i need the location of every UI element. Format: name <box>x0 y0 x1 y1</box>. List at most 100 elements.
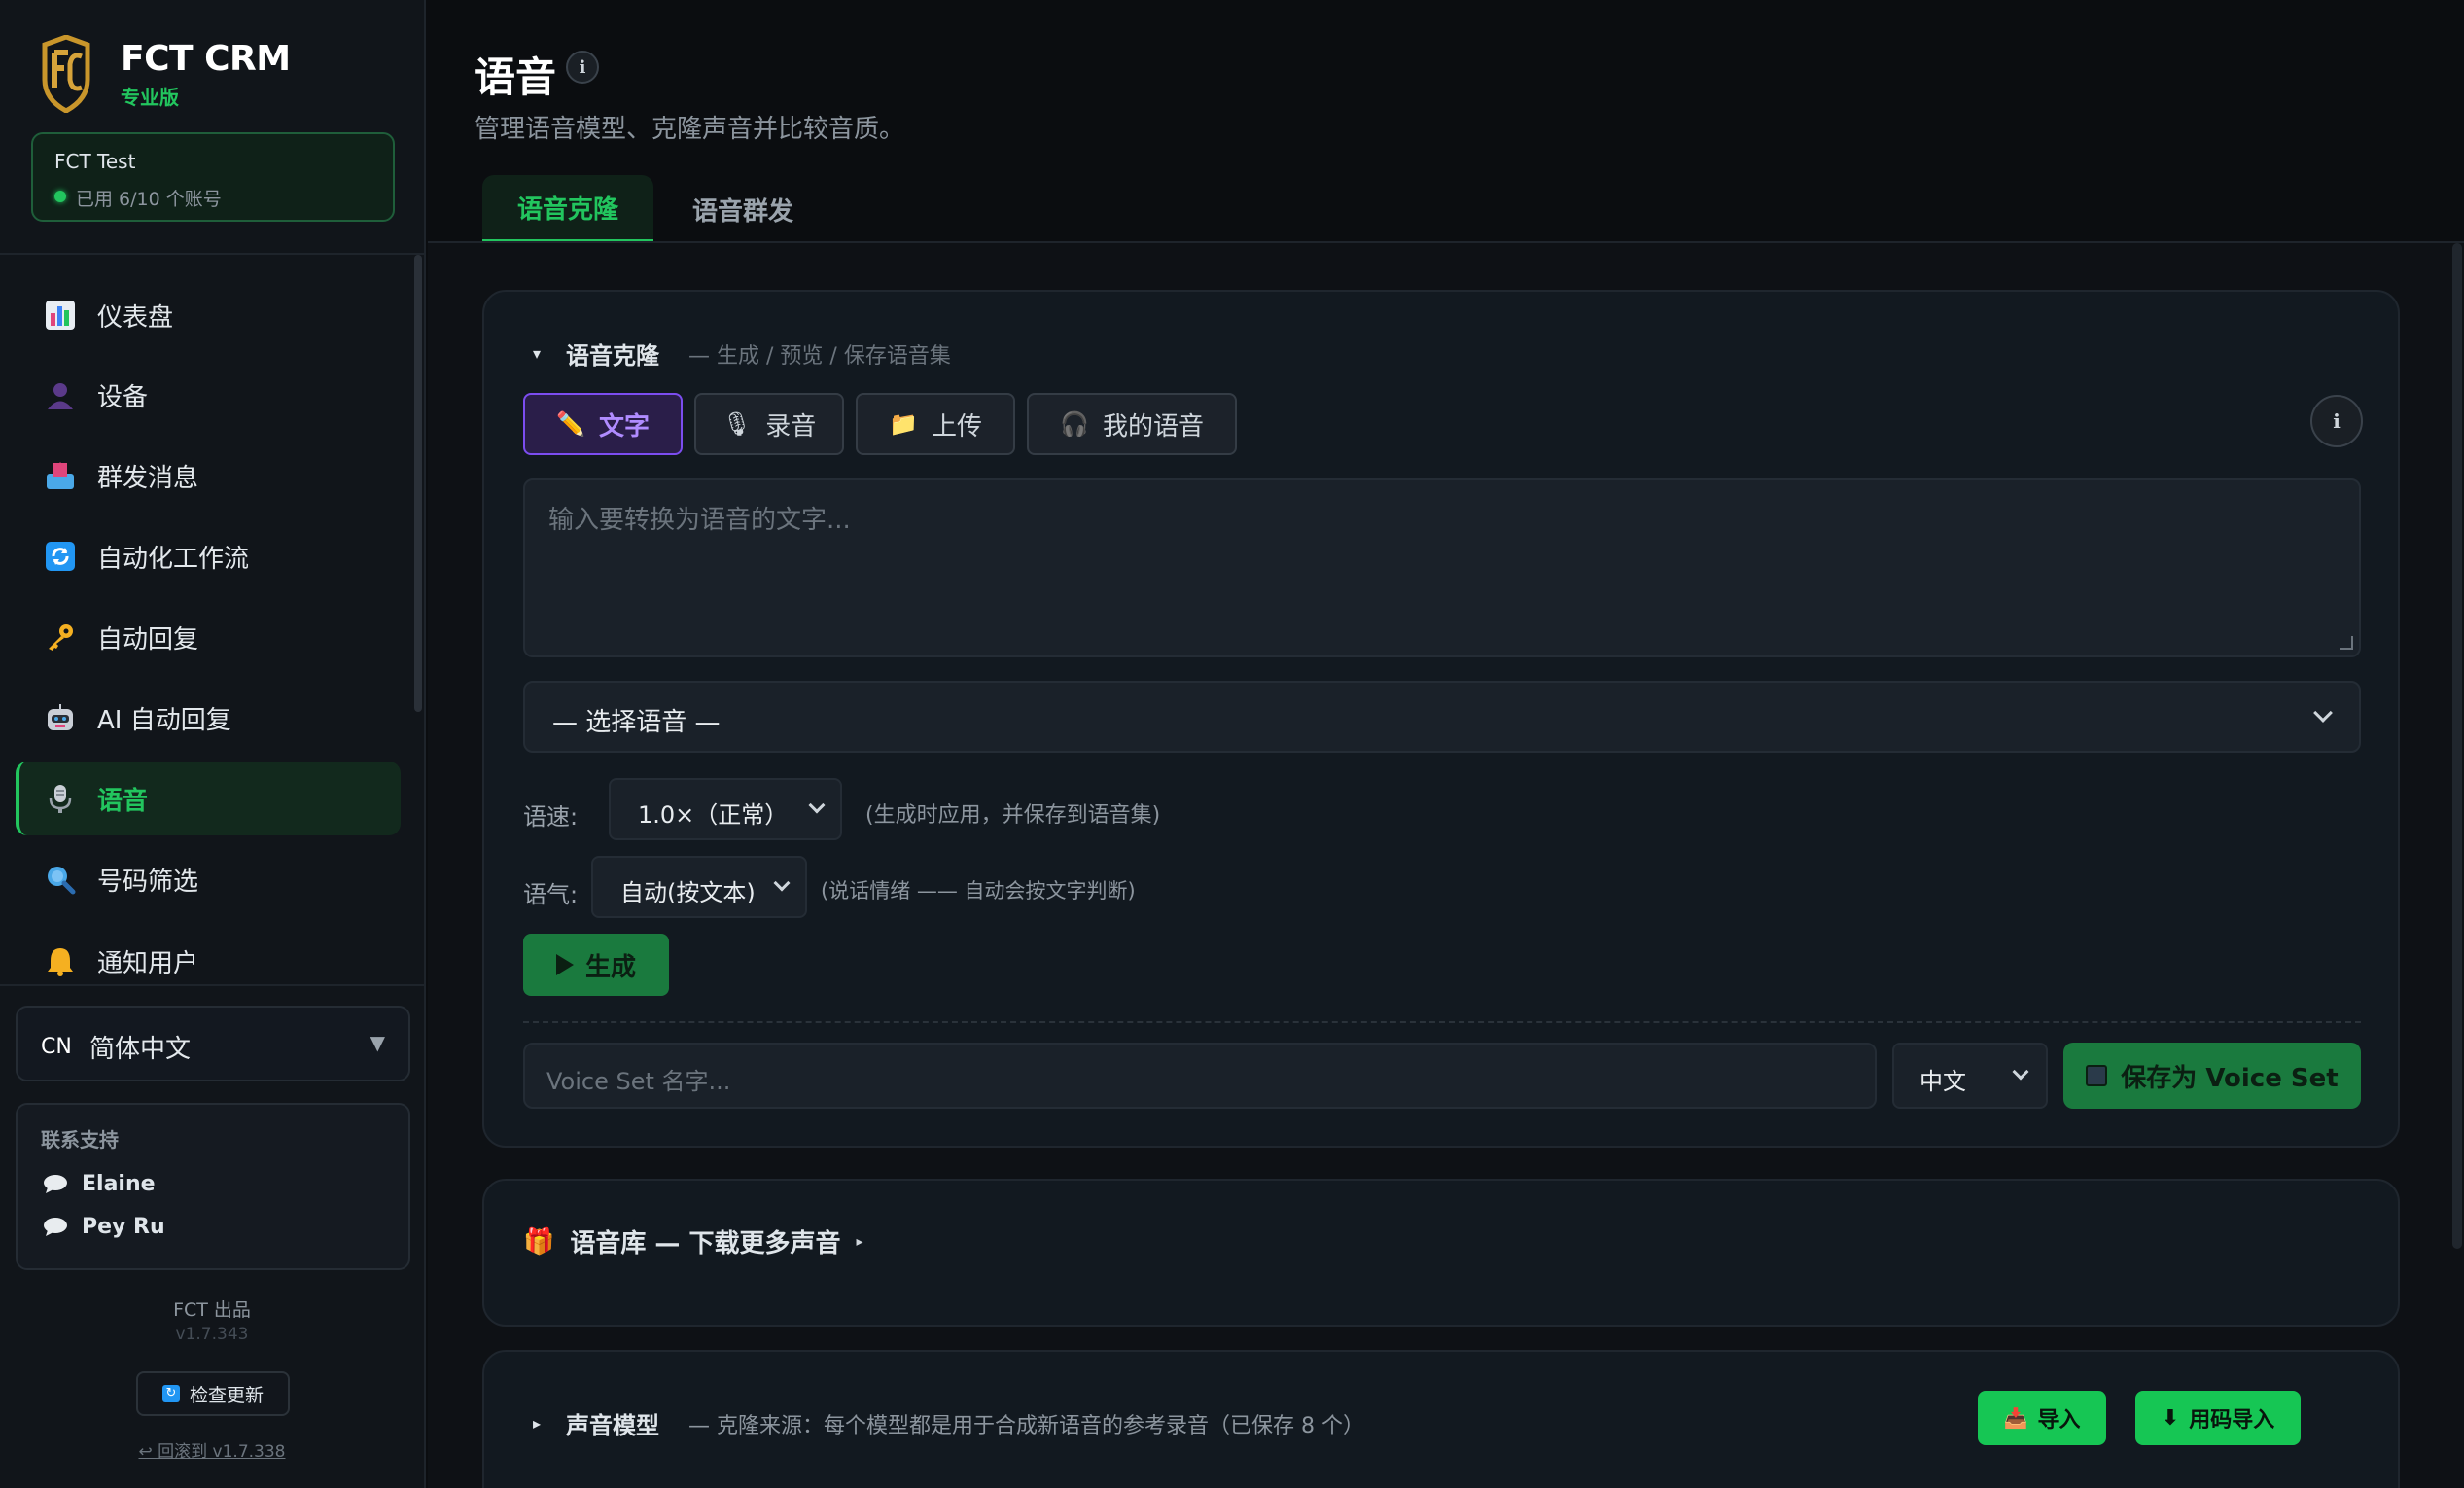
resize-handle-icon[interactable] <box>2340 636 2353 650</box>
headphones-icon: 🎧 <box>1060 410 1089 438</box>
tone-hint: (说话情绪 —— 自动会按文字判断) <box>821 879 1136 903</box>
sidebar-item-label: 自动化工作流 <box>97 544 250 574</box>
outbox-tray-icon <box>43 458 78 493</box>
key-icon <box>43 620 78 655</box>
voice-set-language-value: 中文 <box>1919 1068 1966 1095</box>
mode-record-button[interactable]: 🎙 录音 <box>694 393 844 455</box>
sidebar-item-label: 通知用户 <box>97 948 199 978</box>
text-input[interactable]: 输入要转换为语音的文字... <box>523 478 2361 657</box>
sidebar-item-workflow[interactable]: 自动化工作流 <box>16 519 401 593</box>
main-scrollbar[interactable] <box>2452 243 2462 1249</box>
mode-upload-button[interactable]: 📁 上传 <box>856 393 1015 455</box>
account-card[interactable]: FCT Test 已用 6/10 个账号 <box>31 132 395 222</box>
info-icon[interactable]: i <box>566 51 599 84</box>
magnifier-icon <box>43 862 78 897</box>
expand-toggle-icon: ▸ <box>533 1414 542 1433</box>
sidebar-item-label: 号码筛选 <box>97 867 199 897</box>
card-title: 语音克隆 <box>566 342 660 370</box>
microphone-icon <box>43 781 78 816</box>
mode-my-voices-button[interactable]: 🎧 我的语音 <box>1027 393 1237 455</box>
support-contact-elaine[interactable]: Elaine <box>43 1169 156 1198</box>
generate-label: 生成 <box>584 952 636 982</box>
page-subtitle: 管理语音模型、克隆声音并比较音质。 <box>475 115 905 144</box>
card-subtitle: — 生成 / 预览 / 保存语音集 <box>688 343 951 369</box>
sidebar-item-dashboard[interactable]: 仪表盘 <box>16 278 401 352</box>
bar-chart-icon <box>43 298 78 333</box>
sidebar-item-notify-users[interactable]: 通知用户 <box>16 924 401 998</box>
tab-voice-clone[interactable]: 语音克隆 <box>482 175 653 243</box>
speech-bubble-icon <box>43 1173 68 1194</box>
floppy-disk-icon <box>2086 1065 2108 1086</box>
divider <box>523 1021 2361 1023</box>
voice-set-language-select[interactable]: 中文 <box>1892 1043 2048 1109</box>
chevron-down-icon <box>2012 1063 2029 1081</box>
card-title: 语音库 — 下载更多声音 <box>570 1229 841 1258</box>
fct-logo-icon <box>42 35 90 113</box>
support-title: 联系支持 <box>41 1128 119 1151</box>
sidebar-item-ai-auto-reply[interactable]: AI 自动回复 <box>16 681 401 755</box>
import-label: 导入 <box>2037 1408 2081 1433</box>
tone-select-value: 自动(按文本) <box>620 879 756 906</box>
mode-label: 上传 <box>931 411 982 442</box>
contact-name: Elaine <box>82 1171 156 1196</box>
check-update-label: 检查更新 <box>189 1384 264 1406</box>
page-title: 语音 <box>475 53 557 101</box>
sidebar-item-broadcast[interactable]: 群发消息 <box>16 439 401 513</box>
sidebar-item-label: AI 自动回复 <box>97 705 231 735</box>
divider <box>0 984 424 986</box>
sidebar-item-number-filter[interactable]: 号码筛选 <box>16 842 401 916</box>
tone-select[interactable]: 自动(按文本) <box>591 856 807 918</box>
brand-edition: 专业版 <box>121 86 179 109</box>
voice-models-header[interactable]: ▸ 声音模型 — 克隆来源：每个模型都是用于合成新语音的参考录音（已保存 8 个… <box>533 1406 1364 1440</box>
save-voice-set-label: 保存为 Voice Set <box>2121 1063 2339 1093</box>
check-update-button[interactable]: ↻ 检查更新 <box>136 1371 290 1416</box>
refresh-icon: ↻ <box>161 1385 180 1402</box>
save-voice-set-button[interactable]: 保存为 Voice Set <box>2063 1043 2361 1109</box>
speed-select[interactable]: 1.0×（正常） <box>609 778 842 840</box>
voice-set-name-placeholder: Voice Set 名字... <box>546 1068 731 1095</box>
caret-down-icon: ▼ <box>370 1031 385 1054</box>
account-name: FCT Test <box>54 150 136 173</box>
voice-library-header[interactable]: 🎁 语音库 — 下载更多声音 ▸ <box>523 1223 863 1259</box>
online-status-icon <box>54 191 66 202</box>
sidebar-scrollbar[interactable] <box>414 255 422 712</box>
support-contact-pey-ru[interactable]: Pey Ru <box>43 1212 165 1241</box>
sidebar-item-label: 自动回复 <box>97 624 199 655</box>
sidebar-item-auto-reply[interactable]: 自动回复 <box>16 600 401 674</box>
voice-set-name-input[interactable]: Voice Set 名字... <box>523 1043 1877 1109</box>
sidebar-item-voice[interactable]: 语音 <box>16 762 401 835</box>
main-content: 语音 i 管理语音模型、克隆声音并比较音质。 语音克隆 语音群发 ▾ 语音克隆 … <box>428 0 2464 1488</box>
voice-library-card[interactable]: 🎁 语音库 — 下载更多声音 ▸ <box>482 1179 2400 1327</box>
speech-bubble-icon <box>43 1216 68 1237</box>
brand-name: FCT CRM <box>121 39 291 79</box>
sidebar-item-label: 群发消息 <box>97 463 199 493</box>
contact-name: Pey Ru <box>82 1214 165 1239</box>
user-silhouette-icon <box>43 377 78 412</box>
mode-text-button[interactable]: ✏️ 文字 <box>523 393 683 455</box>
speed-label: 语速: <box>523 803 579 831</box>
language-select[interactable]: CN 简体中文 ▼ <box>16 1006 410 1081</box>
expand-arrow-icon: ▸ <box>856 1233 863 1250</box>
voice-clone-header[interactable]: ▾ 语音克隆 — 生成 / 预览 / 保存语音集 <box>533 337 951 371</box>
mode-label: 我的语音 <box>1102 411 1204 442</box>
sidebar-item-devices[interactable]: 设备 <box>16 358 401 432</box>
tab-voice-broadcast[interactable]: 语音群发 <box>665 175 821 243</box>
voice-select-value: — 选择语音 — <box>552 708 721 737</box>
text-input-placeholder: 输入要转换为语音的文字... <box>548 506 851 535</box>
info-icon[interactable]: i <box>2310 395 2363 447</box>
voice-clone-card: ▾ 语音克隆 — 生成 / 预览 / 保存语音集 ✏️ 文字 🎙 录音 📁 上传… <box>482 290 2400 1148</box>
divider <box>0 253 424 255</box>
generate-button[interactable]: 生成 <box>523 934 669 996</box>
code-import-button[interactable]: ⬇ 用码导入 <box>2135 1391 2301 1445</box>
import-button[interactable]: 📥 导入 <box>1978 1391 2106 1445</box>
account-usage: 已用 6/10 个账号 <box>76 189 222 210</box>
made-by: FCT 出品 <box>173 1299 251 1321</box>
support-box: 联系支持 Elaine Pey Ru <box>16 1103 410 1270</box>
card-title: 声音模型 <box>566 1412 660 1439</box>
collapse-toggle-icon: ▾ <box>533 344 542 363</box>
mode-label: 录音 <box>765 411 817 442</box>
rollback-link[interactable]: ↩ 回滚到 v1.7.338 <box>0 1437 424 1462</box>
sidebar-item-label: 语音 <box>97 786 149 816</box>
tone-label: 语气: <box>523 881 579 908</box>
voice-select[interactable]: — 选择语音 — <box>523 681 2361 753</box>
